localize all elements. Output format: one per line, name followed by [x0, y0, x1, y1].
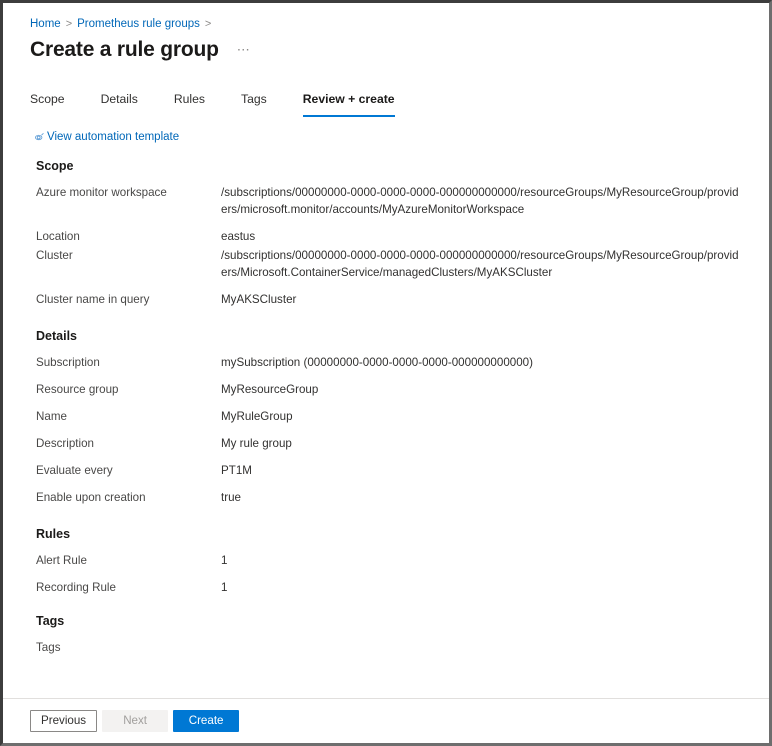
spacer-rules-tags — [3, 597, 769, 613]
label-cluster: Cluster — [36, 249, 73, 262]
row-tags: Tags — [3, 638, 769, 657]
section-rules: Rules Alert Rule 1 Recording Rule 1 — [3, 526, 769, 597]
label-subscription: Subscription — [36, 356, 100, 369]
row-alert-rule: Alert Rule 1 — [3, 551, 769, 570]
breadcrumb-item-prometheus-rule-groups[interactable]: Prometheus rule groups — [77, 18, 200, 30]
label-recording-rule: Recording Rule — [36, 581, 116, 594]
section-heading-scope: Scope — [36, 159, 74, 173]
previous-button[interactable]: Previous — [30, 710, 98, 732]
section-scope: Scope Azure monitor workspace /subscript… — [3, 158, 769, 309]
more-options-icon[interactable]: ⋯ — [237, 43, 252, 57]
label-enable-upon-creation: Enable upon creation — [36, 491, 146, 504]
label-tags: Tags — [36, 641, 61, 654]
tab-rules[interactable]: Rules — [174, 91, 205, 117]
tab-review-create[interactable]: Review + create — [302, 91, 395, 117]
value-evaluate-every: PT1M — [221, 464, 252, 477]
page-title: Create a rule group — [30, 38, 219, 61]
row-cluster: Cluster /subscriptions/00000000-0000-000… — [3, 246, 769, 282]
create-rule-group-blade: Home > Prometheus rule groups > Create a ru… — [3, 3, 769, 743]
tab-details[interactable]: Details — [101, 91, 138, 117]
review-content: Scope Azure monitor workspace /subscript… — [3, 158, 769, 657]
view-automation-template-label: View automation template — [47, 131, 180, 143]
automation-template-icon — [33, 131, 46, 144]
value-cluster-name-in-query: MyAKSCluster — [221, 293, 297, 306]
value-cluster: /subscriptions/00000000-0000-0000-0000-0… — [221, 249, 739, 279]
title-row: Create a rule group ⋯ — [30, 36, 251, 64]
tab-scope[interactable]: Scope — [30, 91, 65, 117]
value-recording-rule: 1 — [221, 581, 228, 594]
view-automation-template-link[interactable]: View automation template — [33, 130, 179, 145]
spacer-scope-details — [3, 309, 769, 328]
breadcrumb-item-home[interactable]: Home — [30, 18, 61, 30]
wizard-tabs: Scope Details Rules Tags Review + create — [30, 91, 395, 117]
details-rows: Subscription mySubscription (00000000-00… — [3, 353, 769, 507]
row-cluster-name-in-query: Cluster name in query MyAKSCluster — [3, 290, 769, 309]
value-name: MyRuleGroup — [221, 410, 293, 423]
breadcrumb-separator-1: > — [65, 18, 73, 30]
create-button[interactable]: Create — [173, 710, 240, 732]
row-resource-group: Resource group MyResourceGroup — [3, 380, 769, 399]
section-tags: Tags Tags — [3, 613, 769, 657]
scope-rows: Azure monitor workspace /subscriptions/0… — [3, 183, 769, 309]
screenshot-frame: Home > Prometheus rule groups > Create a ru… — [0, 0, 772, 746]
row-enable-upon-creation: Enable upon creation true — [3, 488, 769, 507]
rules-rows: Alert Rule 1 Recording Rule 1 — [3, 551, 769, 597]
spacer-details-rules — [3, 507, 769, 526]
label-name: Name — [36, 410, 67, 423]
value-azure-monitor-workspace: /subscriptions/00000000-0000-0000-0000-0… — [221, 186, 739, 216]
value-resource-group: MyResourceGroup — [221, 383, 319, 396]
row-azure-monitor-workspace: Azure monitor workspace /subscriptions/0… — [3, 183, 769, 219]
section-heading-details: Details — [36, 329, 77, 343]
row-subscription: Subscription mySubscription (00000000-00… — [3, 353, 769, 372]
next-button: Next — [102, 710, 169, 732]
row-recording-rule: Recording Rule 1 — [3, 578, 769, 597]
label-azure-monitor-workspace: Azure monitor workspace — [36, 186, 167, 199]
row-name: Name MyRuleGroup — [3, 407, 769, 426]
label-description: Description — [36, 437, 94, 450]
value-subscription: mySubscription (00000000-0000-0000-0000-… — [221, 356, 533, 369]
label-cluster-name-in-query: Cluster name in query — [36, 293, 150, 306]
tab-tags[interactable]: Tags — [241, 91, 267, 117]
value-alert-rule: 1 — [221, 554, 228, 567]
breadcrumb: Home > Prometheus rule groups > — [30, 17, 216, 32]
label-resource-group: Resource group — [36, 383, 119, 396]
breadcrumb-separator-2: > — [204, 18, 212, 30]
section-heading-rules: Rules — [36, 527, 71, 541]
label-location: Location — [36, 230, 80, 243]
value-location: eastus — [221, 230, 256, 243]
label-evaluate-every: Evaluate every — [36, 464, 113, 477]
row-description: Description My rule group — [3, 434, 769, 453]
section-details: Details Subscription mySubscription (000… — [3, 328, 769, 507]
label-alert-rule: Alert Rule — [36, 554, 87, 567]
value-description: My rule group — [221, 437, 292, 450]
row-location: Location eastus — [3, 227, 769, 246]
wizard-footer: Previous Next Create — [3, 699, 769, 743]
section-heading-tags: Tags — [36, 614, 65, 628]
row-evaluate-every: Evaluate every PT1M — [3, 461, 769, 480]
tags-rows: Tags — [3, 638, 769, 657]
value-enable-upon-creation: true — [221, 491, 241, 504]
